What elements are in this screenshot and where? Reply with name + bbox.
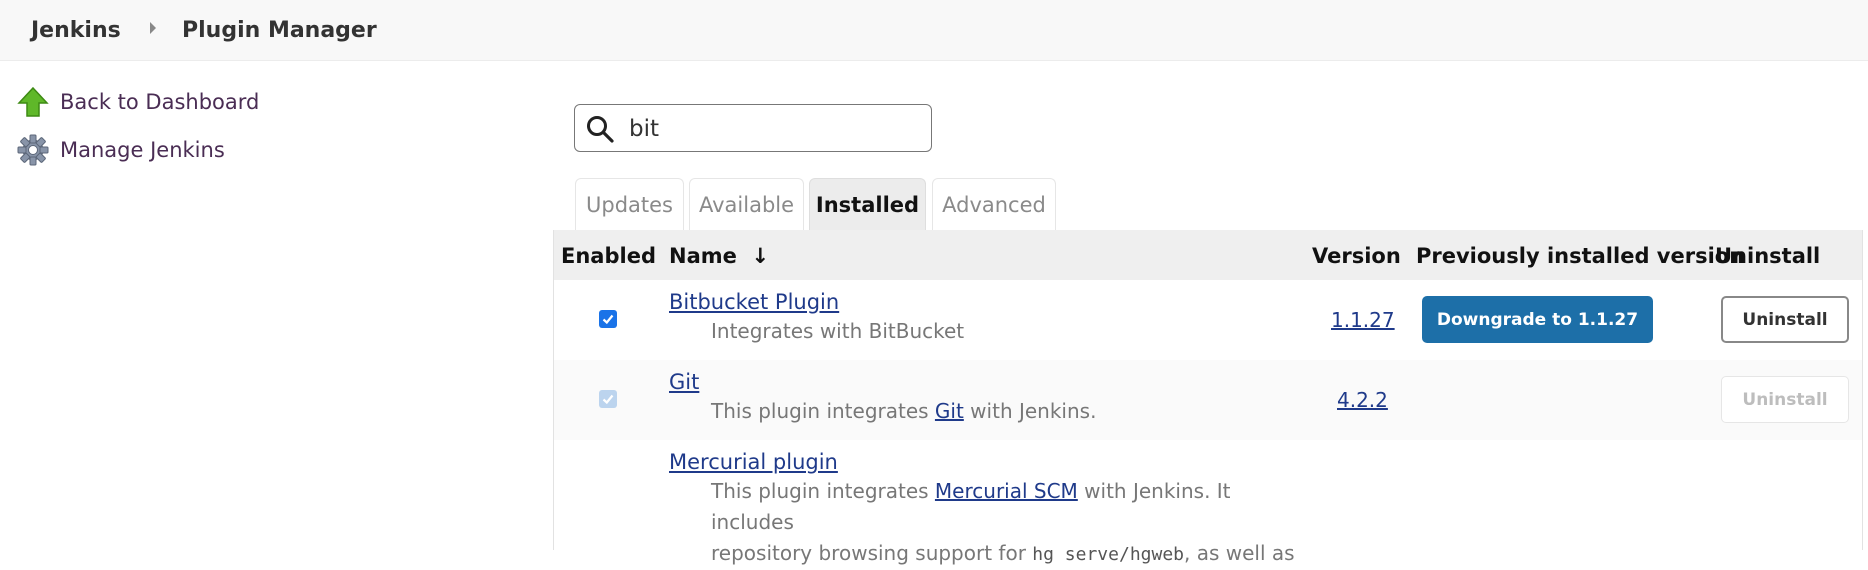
enabled-checkbox[interactable] [599,310,617,328]
checkmark-icon [602,314,614,325]
enabled-checkbox [599,390,617,408]
breadcrumb-plugin-manager[interactable]: Plugin Manager [182,18,377,43]
column-header-uninstall[interactable]: Uninstall [1715,244,1820,268]
tab-installed[interactable]: Installed [809,178,926,231]
plugin-version-link[interactable]: 1.1.27 [1331,308,1395,332]
table-header: Enabled Name ↓ Version Previously instal… [554,230,1862,280]
column-header-enabled[interactable]: Enabled [561,244,656,268]
description-text: This plugin integrates [711,479,935,503]
up-arrow-icon [17,86,49,117]
uninstall-button: Uninstall [1721,376,1849,423]
gear-icon [17,134,49,166]
plugin-version-link[interactable]: 4.2.2 [1337,388,1388,412]
code-snippet: hg serve/hgweb [1032,544,1184,565]
plugin-search-box [574,104,932,152]
description-text: , as well as [1184,541,1295,565]
table-row: Bitbucket Plugin Integrates with BitBuck… [554,280,1862,360]
tab-updates[interactable]: Updates [575,178,684,230]
downgrade-button[interactable]: Downgrade to 1.1.27 [1422,296,1653,343]
git-link[interactable]: Git [935,399,964,423]
description-text: with Jenkins. [963,399,1097,423]
breadcrumb-jenkins[interactable]: Jenkins [31,18,121,43]
plugin-description: Integrates with BitBucket [711,319,965,343]
breadcrumb-separator-icon [150,22,156,34]
checkmark-icon [602,394,614,405]
table-row: Git This plugin integrates Git with Jenk… [554,360,1862,440]
plugin-name-link[interactable]: Bitbucket Plugin [669,290,839,314]
plugin-description: This plugin integrates Mercurial SCM wit… [711,476,1311,570]
search-icon [587,116,614,143]
plugin-name-link[interactable]: Git [669,370,699,394]
column-header-name[interactable]: Name ↓ [669,244,769,268]
tab-advanced[interactable]: Advanced [932,178,1056,230]
sidebar-item-label: Back to Dashboard [60,90,260,114]
description-text: repository browsing support for [711,541,1033,565]
description-text: This plugin integrates [711,399,935,423]
plugin-name-link[interactable]: Mercurial plugin [669,450,838,474]
plugins-table: Enabled Name ↓ Version Previously instal… [553,230,1863,565]
sidebar-item-back-to-dashboard[interactable]: Back to Dashboard [16,84,259,120]
plugin-description: This plugin integrates Git with Jenkins. [711,396,1311,427]
tab-available[interactable]: Available [689,178,804,230]
search-input[interactable] [627,113,921,145]
column-header-version[interactable]: Version [1312,244,1401,268]
mercurial-scm-link[interactable]: Mercurial SCM [935,479,1078,503]
uninstall-button[interactable]: Uninstall [1721,296,1849,343]
breadcrumb: Jenkins Plugin Manager [0,0,1868,61]
sidebar-item-manage-jenkins[interactable]: Manage Jenkins [16,132,225,168]
table-row: Mercurial plugin This plugin integrates … [554,440,1862,565]
column-header-previous-version[interactable]: Previously installed version [1416,244,1744,268]
sidebar-item-label: Manage Jenkins [60,138,225,162]
